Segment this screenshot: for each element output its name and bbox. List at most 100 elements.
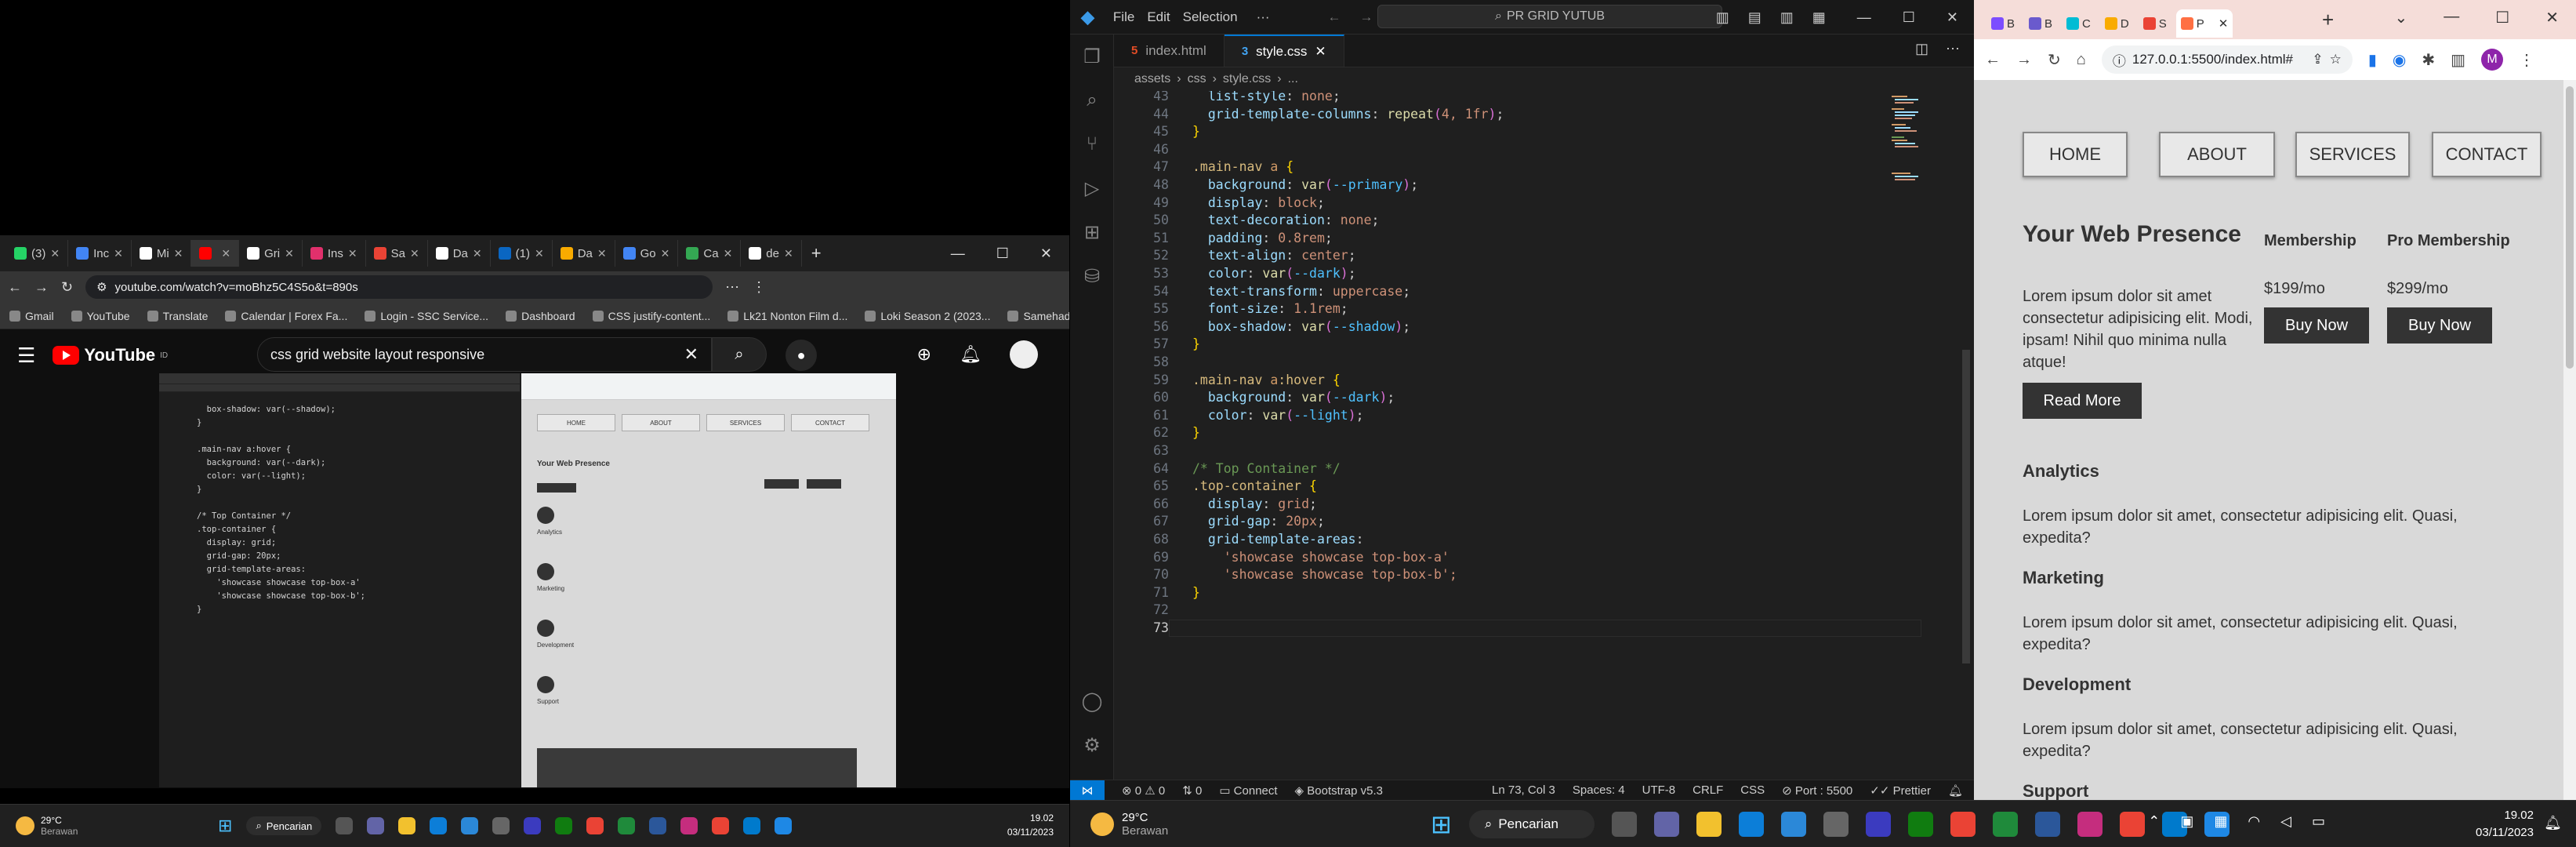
instagram-icon[interactable] [2077, 811, 2103, 837]
browser-tab[interactable]: B [2024, 9, 2057, 38]
toggle-sidebar-icon[interactable]: ▥ [1716, 9, 1729, 26]
hamburger-menu-icon[interactable]: ☰ [17, 344, 35, 368]
read-more-button[interactable]: Read More [2023, 383, 2142, 419]
minimize-icon[interactable]: — [951, 245, 965, 262]
bookmark-item[interactable]: Gmail [9, 310, 54, 322]
search-icon[interactable]: ⌕ [1081, 89, 1103, 111]
browser-tab[interactable]: (3) ✕ [6, 240, 69, 267]
youtube-search-button[interactable]: ⌕ [712, 337, 767, 372]
toggle-secondary-sidebar-icon[interactable]: ▥ [1780, 9, 1794, 26]
bookmark-star-icon[interactable]: ☆ [2330, 52, 2342, 67]
breadcrumb-item[interactable]: css [1188, 72, 1206, 86]
edge-icon[interactable] [430, 817, 448, 834]
store-icon[interactable] [461, 817, 479, 834]
extension-icon[interactable]: ▮ [2368, 50, 2377, 70]
app-icon[interactable] [1865, 811, 1891, 837]
tab-close-icon[interactable]: ✕ [285, 247, 294, 260]
excel-icon[interactable] [1992, 811, 2018, 837]
forward-icon[interactable]: → [34, 279, 49, 296]
split-editor-icon[interactable]: ◫ [1915, 41, 1928, 57]
weather-widget[interactable]: 29°C Berawan [0, 815, 188, 837]
editor-scrollbar[interactable] [1961, 91, 1972, 781]
language-mode[interactable]: CSS [1740, 783, 1765, 797]
browser-tab[interactable]: de ✕ [741, 240, 802, 267]
menu-file[interactable]: File [1113, 9, 1134, 25]
browser-tab[interactable]: Go ✕ [615, 240, 679, 267]
bookmark-item[interactable]: Lk21 Nonton Film d... [727, 310, 847, 322]
youtube-address-bar[interactable]: ⚙ youtube.com/watch?v=moBhz5C4S5o&t=890s [85, 275, 713, 299]
manage-gear-icon[interactable]: ⚙ [1081, 734, 1103, 756]
forward-icon[interactable]: → [1360, 9, 1373, 25]
bookmark-item[interactable]: Dashboard [506, 310, 575, 322]
back-icon[interactable]: ← [1985, 51, 2001, 69]
tab-close-icon[interactable]: ✕ [2219, 16, 2229, 31]
clear-search-icon[interactable]: ✕ [684, 344, 698, 365]
tab-close-icon[interactable]: ✕ [661, 247, 670, 260]
encoding[interactable]: UTF-8 [1642, 783, 1676, 797]
share-icon[interactable]: ⇪ [2312, 52, 2323, 67]
new-tab-icon[interactable]: + [2322, 8, 2334, 32]
breadcrumb-item[interactable]: ... [1288, 72, 1298, 86]
browser-tab[interactable]: Ins ✕ [303, 240, 366, 267]
maximize-icon[interactable]: ☐ [996, 245, 1009, 262]
tab-search-icon[interactable]: ⌄ [2395, 8, 2408, 27]
editor-scroll-thumb[interactable] [1962, 350, 1970, 663]
chrome-icon[interactable] [586, 817, 604, 834]
bookmark-item[interactable]: Calendar | Forex Fa... [225, 310, 347, 322]
browser-tab[interactable]: Gri ✕ [239, 240, 303, 267]
editor-tab[interactable]: 3 style.css ✕ [1224, 35, 1344, 67]
volume-icon[interactable]: ◁ [2280, 813, 2291, 830]
bookmark-item[interactable]: Loki Season 2 (2023... [865, 310, 990, 322]
taskbar-search[interactable]: ⌕ Pencarian [1468, 809, 1595, 838]
menu-more[interactable]: ··· [1257, 9, 1270, 25]
breadcrumb-item[interactable]: assets [1134, 72, 1170, 86]
browser-tab[interactable]: B [1986, 9, 2019, 38]
more-actions-icon[interactable]: ⋯ [1946, 41, 1960, 57]
teams-icon[interactable] [367, 817, 385, 834]
bootstrap-indicator[interactable]: ◈ Bootstrap v5.3 [1295, 783, 1383, 798]
back-icon[interactable]: ← [8, 279, 22, 296]
live-server-port[interactable]: ⊘ Port : 5500 [1782, 783, 1852, 798]
wifi-icon[interactable]: ◠ [2248, 813, 2260, 830]
xbox-icon[interactable] [555, 817, 573, 834]
chrome-profile-icon[interactable] [2119, 811, 2145, 837]
file-explorer-icon[interactable] [398, 817, 416, 834]
cursor-position[interactable]: Ln 73, Col 3 [1492, 783, 1555, 797]
instagram-icon[interactable] [680, 817, 698, 834]
windows-start-icon[interactable]: ⊞ [218, 816, 232, 836]
nav-link-home[interactable]: HOME [2023, 132, 2128, 177]
command-center[interactable]: ⌕ PR GRID YUTUB [1377, 5, 1722, 28]
task-view-icon[interactable] [1611, 811, 1637, 837]
notifications-bell-icon[interactable]: 🔔︎ [1948, 783, 1974, 798]
reload-icon[interactable]: ↻ [2048, 50, 2061, 70]
extensions-icon[interactable]: ⋯ [725, 279, 739, 296]
bookmark-item[interactable]: YouTube [71, 310, 130, 322]
nav-link-about[interactable]: ABOUT [2159, 132, 2275, 177]
chrome-profile-icon[interactable] [712, 817, 730, 834]
tab-close-icon[interactable]: ✕ [784, 247, 793, 260]
chrome-icon[interactable] [1950, 811, 1976, 837]
edge-icon[interactable] [1738, 811, 1764, 837]
breadcrumb-item[interactable]: style.css [1223, 72, 1271, 86]
nav-link-services[interactable]: SERVICES [2295, 132, 2410, 177]
forward-icon[interactable]: → [2016, 51, 2032, 69]
indentation[interactable]: Spaces: 4 [1573, 783, 1625, 797]
close-icon[interactable]: ✕ [2545, 8, 2559, 27]
xbox-icon[interactable] [1907, 811, 1933, 837]
prettier-indicator[interactable]: ✓✓ Prettier [1870, 783, 1931, 798]
tab-close-icon[interactable]: ✕ [597, 247, 607, 260]
close-icon[interactable]: ✕ [1040, 245, 1052, 262]
bookmark-item[interactable]: Login - SSC Service... [365, 310, 488, 322]
minimize-icon[interactable]: — [2444, 8, 2459, 27]
bookmark-item[interactable]: CSS justify-content... [592, 310, 710, 322]
minimize-icon[interactable]: — [1857, 9, 1871, 26]
browser-tab[interactable]: D [2100, 9, 2134, 38]
reload-icon[interactable]: ↻ [61, 279, 73, 296]
tray-app-2-icon[interactable]: ▦ [2214, 813, 2227, 830]
browser-tab[interactable]: Ca ✕ [678, 240, 742, 267]
tab-close-icon[interactable]: ✕ [221, 247, 230, 260]
menu-icon[interactable]: ⋮ [2519, 50, 2534, 70]
minimap[interactable] [1885, 91, 1932, 781]
tab-close-icon[interactable]: ✕ [348, 247, 357, 260]
notifications-bell-icon[interactable]: 🔔︎ [960, 344, 981, 365]
